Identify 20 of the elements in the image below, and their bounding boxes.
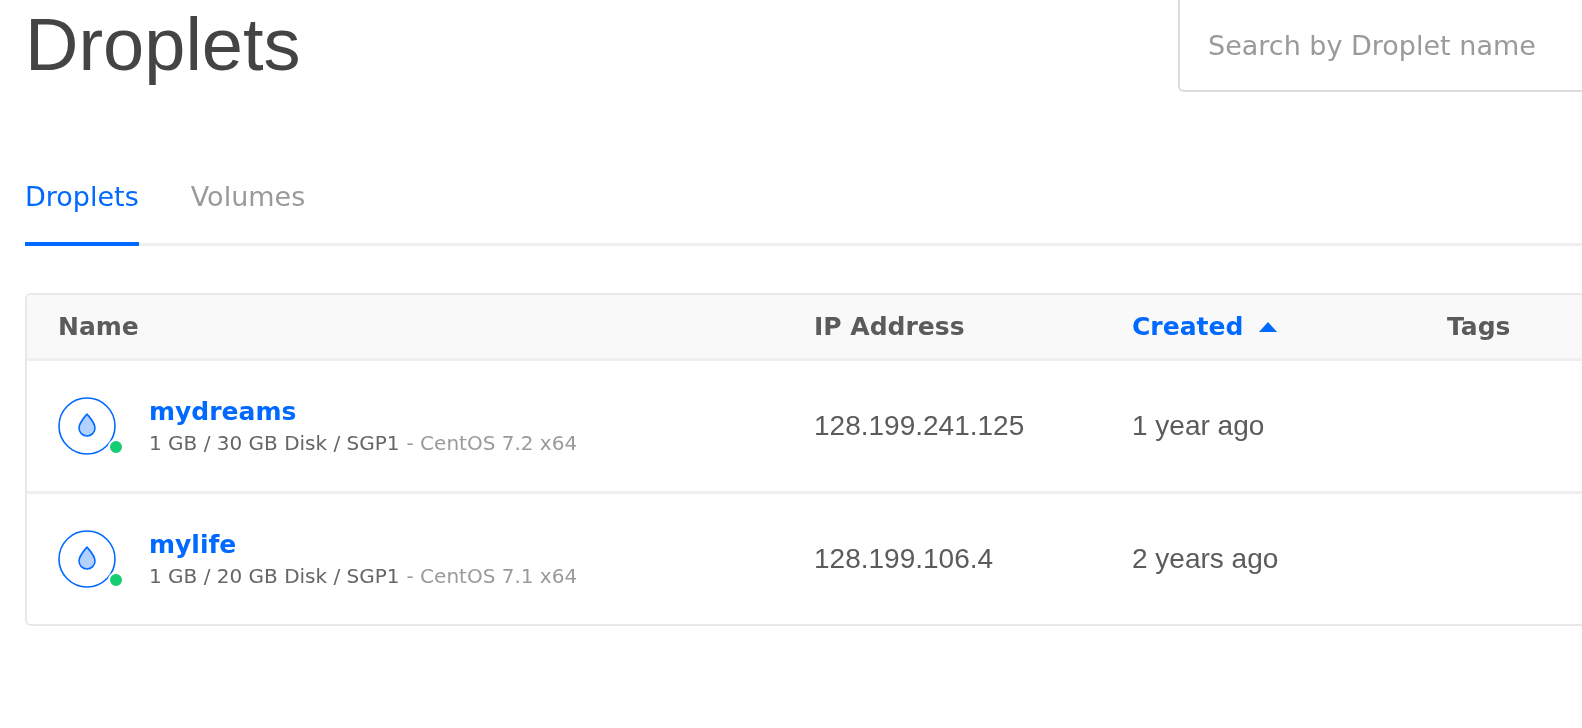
tab[interactable]: Volumes [190, 180, 306, 246]
droplet-name-link[interactable]: mylife [149, 530, 237, 559]
ip-address-cell-text: 128.199.241.125 [814, 410, 1026, 442]
droplet-specs: 1 GB / 20 GB Disk / SGP1 [149, 564, 400, 588]
droplet-icon [58, 397, 116, 455]
droplet-specs: 1 GB / 30 GB Disk / SGP1 [149, 431, 400, 455]
search-field[interactable]: Search by Droplet name [1178, 0, 1582, 92]
droplet-image: - CentOS 7.1 x64 [406, 564, 578, 588]
column-header[interactable]: IP Address [814, 312, 965, 341]
column-header[interactable]: Tags [1447, 312, 1511, 341]
created-cell-text: 2 years ago [1132, 543, 1280, 575]
tab[interactable]: Droplets [25, 180, 139, 246]
column-header[interactable]: Name [58, 312, 139, 341]
sort-up-icon [1259, 321, 1278, 332]
column-header[interactable]: Created [1132, 312, 1244, 341]
created-cell-text: 1 year ago [1132, 410, 1266, 442]
droplet-image: - CentOS 7.2 x64 [406, 431, 578, 455]
ip-address-cell-text: 128.199.106.4 [814, 543, 995, 575]
droplet-icon [58, 530, 116, 588]
droplet-name-link[interactable]: mydreams [149, 397, 297, 426]
